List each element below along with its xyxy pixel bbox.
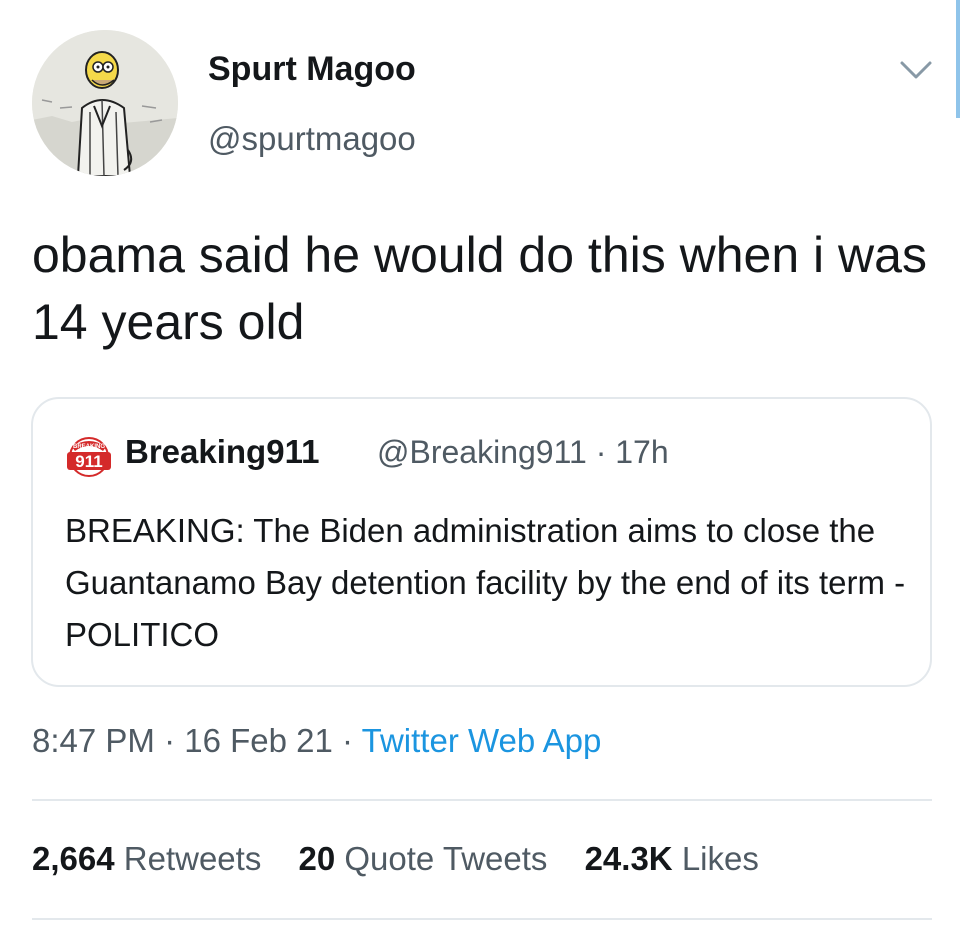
quoted-meta: @Breaking911 · 17h — [377, 434, 669, 471]
tweet-text: obama said he would do this when i was 1… — [32, 227, 927, 350]
tweet-source-link[interactable]: Twitter Web App — [362, 722, 602, 759]
retweets-stat[interactable]: 2,664 Retweets — [32, 840, 261, 877]
quoted-tweet-card[interactable]: BREAKING 911 Breaking911 @Breaking911 · … — [31, 397, 932, 687]
likes-stat[interactable]: 24.3K Likes — [585, 840, 759, 877]
quoted-tweet-text: BREAKING: The Biden administration aims … — [65, 512, 906, 653]
avatar[interactable] — [32, 30, 178, 176]
chevron-down-icon[interactable] — [898, 58, 934, 82]
tweet-time[interactable]: 8:47 PM — [32, 722, 155, 759]
author-display-name[interactable]: Spurt Magoo — [208, 50, 416, 89]
cartoon-character-avatar-icon — [32, 30, 178, 176]
likes-count: 24.3K — [584, 840, 673, 877]
breaking911-logo-icon: BREAKING 911 — [63, 433, 115, 477]
quote-tweets-label: Quote Tweets — [344, 840, 548, 877]
quoted-age[interactable]: 17h — [615, 434, 668, 470]
author-handle[interactable]: @spurtmagoo — [208, 120, 416, 158]
quote-tweets-count: 20 — [298, 840, 336, 877]
retweets-label: Retweets — [123, 840, 262, 877]
retweets-count: 2,664 — [32, 840, 115, 877]
logo-banner-text: BREAKING — [73, 444, 105, 450]
scrollbar[interactable] — [956, 0, 960, 118]
likes-label: Likes — [681, 840, 759, 877]
logo-text: 911 — [75, 452, 102, 471]
tweet-stats: 2,664 Retweets 20 Quote Tweets 24.3K Lik… — [32, 840, 787, 878]
meta-separator: · — [164, 722, 176, 759]
quoted-display-name[interactable]: Breaking911 — [125, 433, 319, 471]
tweet-date[interactable]: 16 Feb 21 — [184, 722, 333, 759]
quote-tweets-stat[interactable]: 20 Quote Tweets — [299, 840, 548, 877]
quoted-separator: · — [595, 434, 607, 470]
quoted-handle[interactable]: @Breaking911 — [377, 434, 587, 470]
tweet-meta: 8:47 PM · 16 Feb 21 · Twitter Web App — [32, 722, 601, 760]
divider — [32, 918, 932, 920]
divider — [32, 799, 932, 801]
meta-separator: · — [342, 722, 354, 759]
